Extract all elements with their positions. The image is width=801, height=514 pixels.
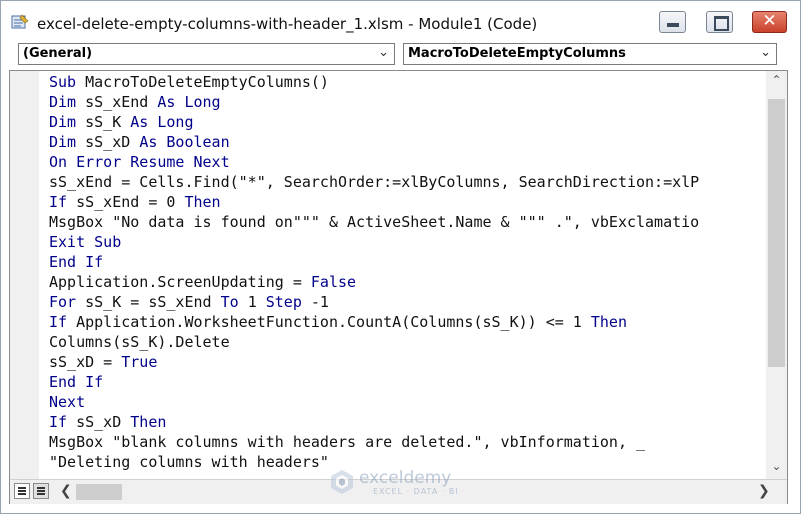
close-button[interactable]: ✕ [752, 11, 787, 33]
code-text: "Deleting columns with headers" [49, 453, 329, 471]
code-keyword: For [49, 293, 86, 311]
watermark-name: exceldemy [359, 468, 452, 488]
code-keyword: To [220, 293, 248, 311]
code-keyword: False [310, 273, 357, 291]
code-keyword: Dim [49, 133, 86, 151]
minimize-button[interactable] [659, 11, 686, 33]
chevron-down-icon: ⌄ [760, 45, 771, 60]
code-keyword: Exit Sub [49, 233, 122, 251]
code-text: sS_xD [76, 413, 131, 431]
code-keyword: Dim [49, 113, 86, 131]
code-keyword: Sub [49, 73, 86, 91]
code-area[interactable]: Sub MacroToDeleteEmptyColumns() Dim sS_xE… [49, 72, 771, 477]
full-module-view-icon [37, 487, 45, 495]
code-line[interactable]: End If [49, 252, 771, 272]
scroll-down-arrow-icon[interactable]: ⌄ [766, 459, 787, 473]
scroll-up-arrow-icon[interactable]: ⌃ [766, 73, 787, 87]
vba-code-window: excel-delete-empty-columns-with-header_1… [0, 0, 801, 514]
code-keyword: If [49, 413, 77, 431]
code-keyword: True [121, 353, 158, 371]
code-line[interactable]: For sS_K = sS_xEnd To 1 Step -1 [49, 292, 771, 312]
object-dropdown[interactable]: (General) ⌄ [18, 43, 395, 65]
code-line[interactable]: Next [49, 392, 771, 412]
scroll-right-arrow-icon[interactable]: ❯ [758, 483, 770, 499]
code-line[interactable]: MsgBox "blank columns with headers are d… [49, 432, 771, 452]
procedure-view-icon [18, 487, 26, 495]
excel-workbook-icon [11, 14, 29, 29]
code-keyword: As Long [157, 93, 221, 111]
code-keyword: End If [49, 253, 104, 271]
code-text: sS_xEnd = 0 [76, 193, 185, 211]
code-line[interactable]: Columns(sS_K).Delete [49, 332, 771, 352]
procedure-dropdown[interactable]: MacroToDeleteEmptyColumns ⌄ [403, 43, 777, 65]
code-line[interactable]: Dim sS_K As Long [49, 112, 771, 132]
scroll-left-arrow-icon[interactable]: ❮ [60, 483, 72, 499]
code-text: -1 [310, 293, 329, 311]
minimize-icon [667, 23, 679, 27]
code-keyword: End If [49, 373, 104, 391]
code-keyword: As Boolean [139, 133, 230, 151]
code-text: Application.WorksheetFunction.CountA(Col… [76, 313, 591, 331]
watermark-tagline: EXCEL · DATA · BI [373, 487, 459, 496]
code-line[interactable]: Sub MacroToDeleteEmptyColumns() [49, 72, 771, 92]
maximize-icon [714, 16, 729, 31]
vertical-scrollbar[interactable]: ⌃ ⌄ [766, 71, 787, 479]
code-keyword: Then [184, 193, 221, 211]
exceldemy-watermark: exceldemy EXCEL · DATA · BI [329, 467, 479, 499]
code-line[interactable]: On Error Resume Next [49, 152, 771, 172]
code-line[interactable]: Exit Sub [49, 232, 771, 252]
code-keyword: Next [49, 393, 86, 411]
code-keyword: Dim [49, 93, 86, 111]
code-text: sS_K = sS_xEnd [85, 293, 221, 311]
code-text: sS_xEnd = Cells.Find("*", SearchOrder:=x… [49, 173, 700, 191]
margin-indicator-bar[interactable] [10, 71, 39, 479]
code-editor[interactable]: Sub MacroToDeleteEmptyColumns() Dim sS_xE… [9, 70, 788, 504]
code-keyword: Step [265, 293, 311, 311]
code-keyword: If [49, 313, 77, 331]
code-keyword: As Long [130, 113, 194, 131]
code-keyword: Then [590, 313, 627, 331]
code-text: MacroToDeleteEmptyColumns() [85, 73, 329, 91]
code-text: Columns(sS_K).Delete [49, 333, 230, 351]
object-dropdown-value: (General) [23, 46, 93, 61]
code-text: 1 [247, 293, 266, 311]
code-line[interactable]: Dim sS_xEnd As Long [49, 92, 771, 112]
code-text: MsgBox "blank columns with headers are d… [49, 433, 646, 451]
code-line[interactable]: If Application.WorksheetFunction.CountA(… [49, 312, 771, 332]
code-line[interactable]: sS_xD = True [49, 352, 771, 372]
code-text: sS_xD = [49, 353, 122, 371]
full-module-view-button[interactable] [33, 483, 49, 499]
maximize-button[interactable] [706, 11, 733, 33]
title-bar[interactable]: excel-delete-empty-columns-with-header_1… [1, 1, 800, 41]
code-keyword: If [49, 193, 77, 211]
code-text: Application.ScreenUpdating = [49, 273, 311, 291]
code-text: sS_K [85, 113, 131, 131]
code-line[interactable]: Dim sS_xD As Boolean [49, 132, 771, 152]
vertical-scroll-thumb[interactable] [768, 99, 785, 367]
chevron-down-icon: ⌄ [378, 45, 389, 60]
code-line[interactable]: sS_xEnd = Cells.Find("*", SearchOrder:=x… [49, 172, 771, 192]
code-keyword: Then [130, 413, 167, 431]
exceldemy-logo-icon [331, 470, 353, 494]
code-line[interactable]: MsgBox "No data is found on""" & ActiveS… [49, 212, 771, 232]
horizontal-scroll-thumb[interactable] [76, 484, 122, 500]
code-line[interactable]: If sS_xD Then [49, 412, 771, 432]
close-icon: ✕ [762, 11, 777, 31]
procedure-view-button[interactable] [14, 483, 30, 499]
code-text: sS_xD [85, 133, 140, 151]
code-line[interactable]: If sS_xEnd = 0 Then [49, 192, 771, 212]
window-title: excel-delete-empty-columns-with-header_1… [37, 15, 538, 33]
code-keyword: On Error Resume Next [49, 153, 230, 171]
code-line[interactable]: Application.ScreenUpdating = False [49, 272, 771, 292]
code-line[interactable]: End If [49, 372, 771, 392]
procedure-dropdown-value: MacroToDeleteEmptyColumns [408, 46, 626, 61]
code-text: MsgBox "No data is found on""" & ActiveS… [49, 213, 700, 231]
code-text: sS_xEnd [85, 93, 158, 111]
